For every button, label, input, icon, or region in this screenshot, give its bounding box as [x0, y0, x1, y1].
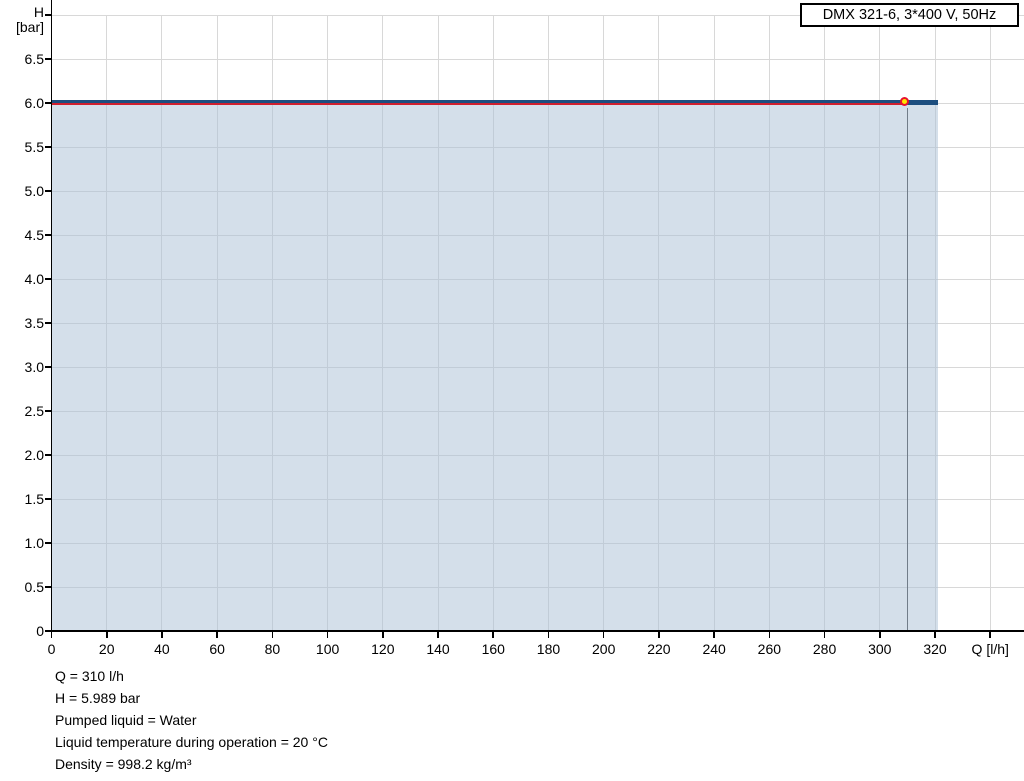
y-axis-tick-label: 2.0 — [24, 447, 44, 463]
y-axis-tick — [44, 278, 52, 280]
x-axis-line — [50, 630, 1024, 632]
y-axis-tick-label: 4.0 — [24, 271, 44, 287]
x-axis-tick — [326, 631, 329, 638]
duty-operating-line — [51, 103, 908, 105]
x-axis-tick — [602, 631, 605, 638]
y-axis-tick-label: 4.5 — [24, 227, 44, 243]
gridline-vertical — [989, 15, 991, 631]
y-axis-tick-label: 1.0 — [24, 535, 44, 551]
y-axis-tick — [44, 102, 52, 104]
x-axis-tick-label: 200 — [592, 641, 616, 657]
x-axis-tick-label: 180 — [536, 641, 561, 657]
x-axis-tick — [879, 631, 881, 638]
x-axis-tick-label: 240 — [702, 641, 726, 657]
x-axis-tick — [105, 631, 108, 638]
gridline-horizontal — [51, 58, 1024, 60]
x-axis-tick-label: 20 — [98, 641, 115, 657]
operating-point-info: Q = 310 l/h H = 5.989 bar Pumped liquid … — [55, 665, 328, 775]
pump-curve-screen: 0 0.5 1.0 1.5 2.0 2.5 3.0 3.5 4.0 4.5 5.0 5.5 6.0 6.5… — [0, 0, 1024, 781]
y-axis-tick-label: 5.5 — [24, 139, 44, 155]
y-axis-tick-label: 5.0 — [24, 183, 44, 199]
legend-box: DMX 321-6, 3*400 V, 50Hz — [800, 3, 1019, 27]
x-axis-tick — [50, 631, 53, 638]
x-axis-tick-label: 220 — [647, 641, 671, 657]
y-axis-tick — [44, 146, 52, 148]
x-axis-tick — [934, 631, 936, 638]
y-axis-tick-label: 3.0 — [24, 359, 44, 375]
info-liquid-temperature: Liquid temperature during operation = 20… — [55, 734, 328, 750]
y-axis-tick — [44, 586, 52, 588]
x-axis-tick — [768, 631, 771, 638]
x-axis-tick — [823, 631, 826, 638]
x-axis-tick — [271, 631, 274, 638]
x-axis-title: Q [l/h] — [971, 641, 1009, 657]
x-axis-tick-label: 120 — [371, 641, 395, 657]
legend-label: DMX 321-6, 3*400 V, 50Hz — [822, 7, 997, 23]
x-axis-tick-label: 160 — [481, 641, 505, 657]
x-axis-tick-label: 300 — [868, 641, 892, 657]
y-axis-title-line1: H — [33, 4, 44, 20]
y-axis-line — [50, 0, 53, 632]
x-axis-tick — [713, 631, 715, 638]
x-axis-tick — [382, 631, 384, 638]
x-axis-tick — [658, 631, 660, 638]
x-axis-tick — [161, 631, 163, 638]
x-axis-tick-label: 60 — [209, 641, 225, 657]
info-flow: Q = 310 l/h — [55, 668, 124, 684]
y-axis-tick — [44, 542, 52, 544]
y-axis-title-line2: [bar] — [15, 19, 44, 35]
y-axis-tick — [44, 366, 52, 368]
chart-plot-area[interactable]: 0 0.5 1.0 1.5 2.0 2.5 3.0 3.5 4.0 4.5 5.0 5.5 6.0 6.5… — [0, 0, 1024, 781]
y-axis-tick — [44, 58, 52, 60]
x-axis-tick-label: 40 — [154, 641, 170, 657]
y-axis-tick — [44, 14, 52, 16]
y-axis-tick — [44, 454, 52, 456]
y-axis-tick — [44, 234, 52, 236]
x-axis-tick — [216, 631, 218, 638]
y-axis-tick — [44, 498, 52, 500]
y-axis-title: H [bar] — [0, 5, 44, 35]
x-axis-tick — [492, 631, 495, 638]
x-axis-tick-label: 0 — [47, 641, 56, 657]
x-axis-tick — [547, 631, 550, 638]
curve-area-fill — [51, 105, 938, 630]
y-axis-tick — [44, 410, 52, 412]
x-axis-tick — [989, 631, 992, 638]
info-pumped-liquid: Pumped liquid = Water — [55, 712, 197, 728]
operating-point-drop-line — [906, 107, 909, 630]
y-axis-tick-label: 0 — [36, 623, 44, 639]
y-axis-tick-label: 0.5 — [24, 579, 44, 595]
y-axis-tick — [44, 190, 52, 192]
y-axis-tick-label: 2.5 — [24, 403, 44, 419]
x-axis-tick-label: 80 — [264, 641, 281, 657]
x-axis-tick-label: 100 — [315, 641, 340, 657]
info-density: Density = 998.2 kg/m³ — [55, 756, 192, 772]
y-axis-tick-label: 6.0 — [24, 95, 44, 111]
info-head: H = 5.989 bar — [55, 690, 141, 706]
y-axis-tick-label: 1.5 — [24, 491, 44, 507]
x-axis-tick-label: 140 — [426, 641, 450, 657]
y-axis-tick-label: 3.5 — [24, 315, 44, 331]
x-axis-tick-label: 280 — [812, 641, 837, 657]
y-axis-tick — [44, 322, 52, 324]
y-axis-tick-label: 6.5 — [24, 51, 44, 67]
x-axis-tick-label: 260 — [757, 641, 782, 657]
x-axis-tick — [437, 631, 439, 638]
